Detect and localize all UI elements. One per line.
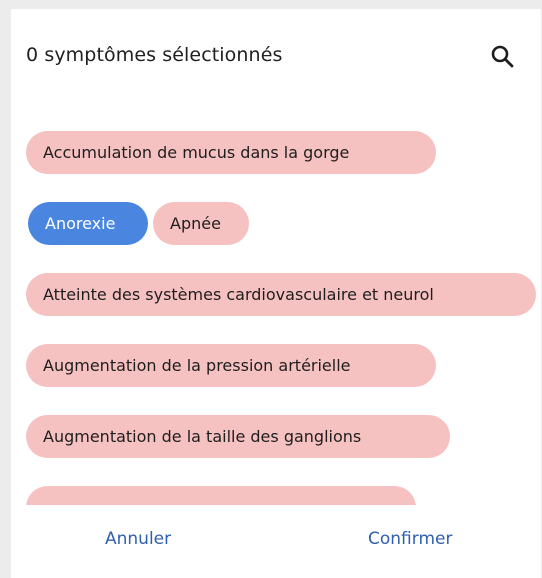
symptom-selection-dialog: 0 symptômes sélectionnés Accumulation de… <box>11 9 541 578</box>
symptom-chip-label: Augmentation de la pression artérielle <box>43 356 351 375</box>
symptom-chip-apnee[interactable]: Apnée <box>153 202 249 245</box>
symptom-list[interactable]: Accumulation de mucus dans la gorge Anor… <box>11 119 541 505</box>
search-icon <box>491 45 514 68</box>
dialog-footer: Annuler Confirmer <box>11 509 541 578</box>
cancel-button[interactable]: Annuler <box>105 529 171 549</box>
symptom-chip-accumulation-mucus[interactable]: Accumulation de mucus dans la gorge <box>26 131 436 174</box>
symptom-chip-anorexie[interactable]: Anorexie <box>28 202 148 245</box>
symptom-chip-label: Accumulation de mucus dans la gorge <box>43 143 350 162</box>
symptom-chip-label: Atteinte des systèmes cardiovasculaire e… <box>43 285 434 304</box>
symptom-chip-label: Anorexie <box>45 214 116 233</box>
symptom-chip-partially-visible[interactable] <box>26 486 416 505</box>
symptom-chip-augmentation-ganglions[interactable]: Augmentation de la taille des ganglions <box>26 415 450 458</box>
dialog-header: 0 symptômes sélectionnés <box>11 9 541 104</box>
confirm-button[interactable]: Confirmer <box>368 529 452 549</box>
symptom-chip-label: Apnée <box>170 214 221 233</box>
selected-count-title: 0 symptômes sélectionnés <box>26 44 283 66</box>
symptom-chip-label: Augmentation de la taille des ganglions <box>43 427 362 446</box>
symptom-chip-augmentation-pression[interactable]: Augmentation de la pression artérielle <box>26 344 436 387</box>
search-button[interactable] <box>489 43 517 71</box>
symptom-chip-atteinte-systemes[interactable]: Atteinte des systèmes cardiovasculaire e… <box>26 273 536 316</box>
